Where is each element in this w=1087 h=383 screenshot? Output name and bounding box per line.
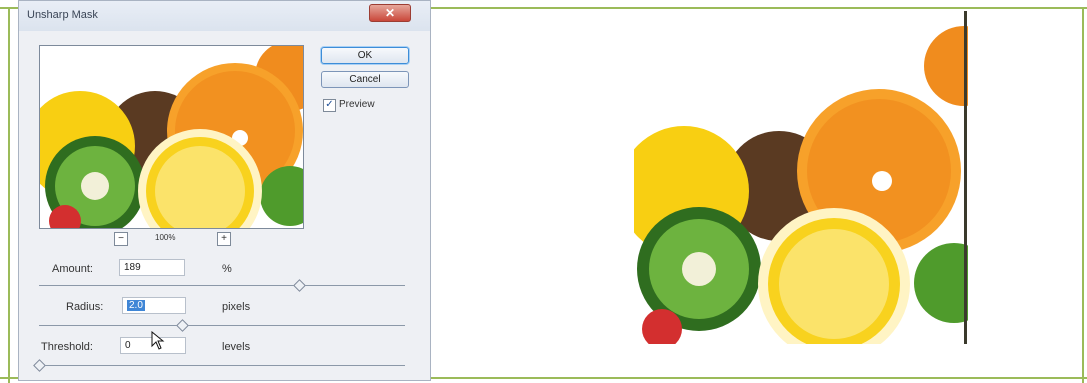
amount-input[interactable]: 189: [119, 259, 185, 276]
zoom-level: 100%: [155, 233, 176, 242]
plus-icon: +: [221, 233, 227, 244]
amount-slider-thumb[interactable]: [292, 279, 306, 292]
minus-icon: −: [118, 233, 124, 244]
amount-slider-track[interactable]: [39, 285, 405, 286]
radius-slider-thumb[interactable]: [175, 319, 189, 332]
fruit-result-graphic: [634, 11, 968, 344]
frame-left-border: [8, 7, 10, 383]
preview-checkbox-label: Preview: [339, 99, 375, 110]
threshold-slider-thumb[interactable]: [33, 359, 46, 372]
radius-slider-track[interactable]: [39, 325, 405, 326]
frame-right-border: [1082, 7, 1084, 383]
radius-label: Radius:: [66, 301, 104, 313]
cancel-button[interactable]: Cancel: [321, 71, 409, 88]
check-icon: ✓: [325, 99, 334, 110]
unsharp-mask-dialog: Unsharp Mask ✕ − 100% + OK Cancel ✓ Prev…: [18, 0, 431, 381]
close-icon: ✕: [384, 6, 396, 20]
sharpened-fruit-image: [634, 11, 968, 344]
image-border-edge: [964, 11, 967, 344]
radius-input[interactable]: 2.0: [122, 297, 186, 314]
dialog-titlebar: Unsharp Mask ✕: [19, 1, 430, 31]
zoom-out-button[interactable]: −: [114, 232, 128, 246]
zoom-in-button[interactable]: +: [217, 232, 231, 246]
preview-checkbox[interactable]: ✓: [323, 99, 336, 112]
radius-value: 2.0: [127, 300, 145, 311]
threshold-unit: levels: [222, 341, 251, 353]
close-button[interactable]: ✕: [369, 4, 411, 22]
ok-button[interactable]: OK: [321, 47, 409, 64]
threshold-slider-track[interactable]: [39, 365, 405, 366]
amount-unit: %: [222, 263, 232, 275]
dialog-title: Unsharp Mask: [27, 9, 98, 21]
radius-unit: pixels: [222, 301, 251, 313]
amount-label: Amount:: [52, 263, 93, 275]
fruit-preview-graphic: [40, 46, 303, 228]
threshold-label: Threshold:: [41, 341, 93, 353]
preview-image[interactable]: [39, 45, 304, 229]
pointer-cursor-icon: [151, 331, 165, 350]
